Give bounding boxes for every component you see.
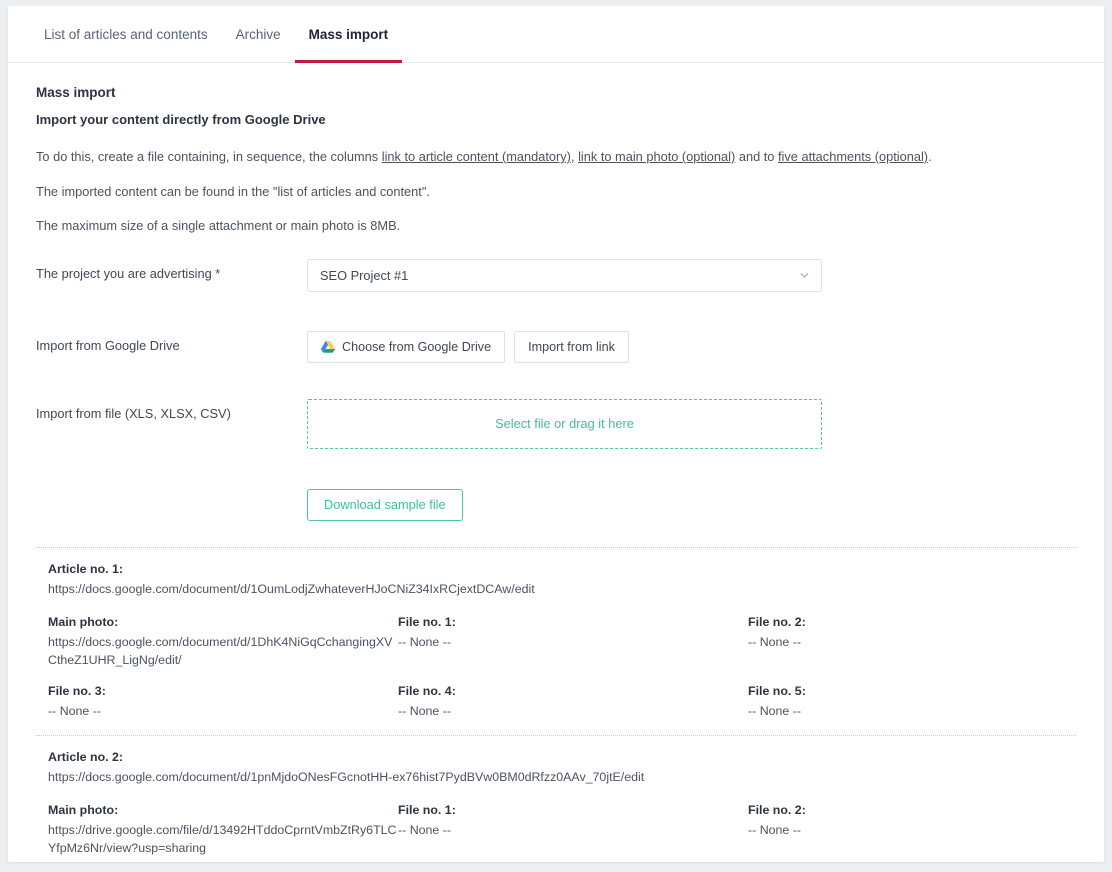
project-control: SEO Project #1 [307, 258, 1076, 292]
gdrive-row: Import from Google Drive Choose from Goo… [36, 330, 1076, 363]
article-files-row-2: File no. 3: -- None -- File no. 4: -- No… [48, 684, 1066, 721]
file-4-label: File no. 4: [398, 683, 456, 698]
file-2-value: -- None -- [748, 822, 802, 837]
file-3-value: -- None -- [48, 703, 102, 718]
file-2-cell: File no. 2: -- None -- [748, 803, 1066, 858]
choose-from-google-drive-label: Choose from Google Drive [342, 339, 492, 354]
file-5-value: -- None -- [748, 703, 802, 718]
page-subtitle: Import your content directly from Google… [36, 112, 326, 127]
file-3-label: File no. 3: [48, 683, 106, 698]
instructions-prefix: To do this, create a file containing, in… [36, 149, 382, 164]
main-photo-cell: Main photo: https://drive.google.com/fil… [48, 803, 398, 858]
gdrive-label: Import from Google Drive [36, 337, 180, 353]
download-sample-file-button[interactable]: Download sample file [307, 488, 463, 521]
file-2-label: File no. 2: [748, 614, 806, 629]
article-label: Article no. 2: [48, 749, 124, 764]
tab-label: Mass import [308, 26, 389, 42]
file-1-value: -- None -- [398, 822, 452, 837]
tab-label: Archive [235, 26, 281, 42]
project-select-value: SEO Project #1 [320, 267, 409, 283]
google-drive-icon [321, 341, 335, 353]
file-import-label: Import from file (XLS, XLSX, CSV) [36, 405, 231, 421]
file-5-cell: File no. 5: -- None -- [748, 684, 1066, 721]
article-block: Article no. 2: https://docs.google.com/d… [36, 736, 1076, 862]
file-dropzone[interactable]: Select file or drag it here [307, 398, 822, 449]
choose-from-google-drive-button[interactable]: Choose from Google Drive [307, 330, 506, 363]
link-five-attachments[interactable]: five attachments (optional) [778, 149, 928, 164]
import-from-link-button[interactable]: Import from link [514, 330, 629, 363]
tab-list-of-articles[interactable]: List of articles and contents [30, 6, 222, 62]
tab-mass-import[interactable]: Mass import [294, 6, 403, 63]
article-header: Article no. 1: https://docs.google.com/d… [48, 562, 1066, 599]
file-1-label: File no. 1: [398, 614, 456, 629]
article-files-row-1: Main photo: https://drive.google.com/fil… [48, 803, 1066, 858]
file-import-control: Select file or drag it here Download sam… [307, 398, 1076, 521]
file-4-cell: File no. 4: -- None -- [398, 684, 748, 721]
file-2-cell: File no. 2: -- None -- [748, 615, 1066, 670]
instructions-sep-1: , [570, 149, 579, 164]
main-photo-label: Main photo: [48, 614, 119, 629]
tab-archive[interactable]: Archive [222, 6, 295, 62]
instructions-line-3: The maximum size of a single attachment … [36, 218, 401, 234]
file-2-label: File no. 2: [748, 802, 806, 817]
project-row: The project you are advertising * SEO Pr… [36, 258, 1076, 292]
main-photo-cell: Main photo: https://docs.google.com/docu… [48, 615, 398, 670]
import-from-link-label: Import from link [528, 339, 615, 354]
download-sample-file-label: Download sample file [324, 497, 446, 513]
file-3-cell: File no. 3: -- None -- [48, 684, 398, 721]
instructions-line-1: To do this, create a file containing, in… [36, 149, 1076, 166]
file-1-label: File no. 1: [398, 802, 456, 817]
article-url: https://docs.google.com/document/d/1pnMj… [48, 769, 645, 784]
file-dropzone-label: Select file or drag it here [495, 416, 634, 432]
mass-import-card: List of articles and contents Archive Ma… [8, 6, 1104, 862]
main-photo-label: Main photo: [48, 802, 119, 817]
link-main-photo[interactable]: link to main photo (optional) [578, 149, 735, 164]
article-url: https://docs.google.com/document/d/1OumL… [48, 581, 535, 596]
app-screen: List of articles and contents Archive Ma… [0, 0, 1112, 872]
file-1-value: -- None -- [398, 634, 452, 649]
file-4-value: -- None -- [398, 703, 452, 718]
article-files-row-1: Main photo: https://docs.google.com/docu… [48, 615, 1066, 670]
instructions-suffix: . [928, 149, 932, 164]
page-body: Mass import Import your content directly… [8, 63, 1104, 862]
file-1-cell: File no. 1: -- None -- [398, 803, 748, 858]
link-article-content[interactable]: link to article content (mandatory) [382, 149, 571, 164]
articles-preview: Article no. 1: https://docs.google.com/d… [36, 546, 1076, 862]
project-select[interactable]: SEO Project #1 [307, 258, 822, 292]
article-header: Article no. 2: https://docs.google.com/d… [48, 750, 1066, 787]
gdrive-button-row: Choose from Google Drive Import from lin… [307, 330, 1076, 363]
page-title: Mass import [36, 85, 116, 100]
file-1-cell: File no. 1: -- None -- [398, 615, 748, 670]
file-5-label: File no. 5: [748, 683, 806, 698]
file-2-value: -- None -- [748, 634, 802, 649]
tab-bar: List of articles and contents Archive Ma… [8, 6, 1104, 63]
gdrive-control: Choose from Google Drive Import from lin… [307, 330, 1076, 363]
main-photo-url: https://drive.google.com/file/d/13492HTd… [48, 822, 397, 855]
article-label: Article no. 1: [48, 561, 124, 576]
instructions-sep-2: and to [735, 149, 778, 164]
chevron-down-icon [800, 273, 809, 279]
article-block: Article no. 1: https://docs.google.com/d… [36, 548, 1076, 735]
instructions-line-2: The imported content can be found in the… [36, 183, 430, 199]
project-label: The project you are advertising * [36, 265, 221, 281]
file-import-row: Import from file (XLS, XLSX, CSV) Select… [36, 398, 1076, 521]
main-photo-url: https://docs.google.com/document/d/1DhK4… [48, 634, 393, 667]
tab-label: List of articles and contents [44, 26, 208, 42]
